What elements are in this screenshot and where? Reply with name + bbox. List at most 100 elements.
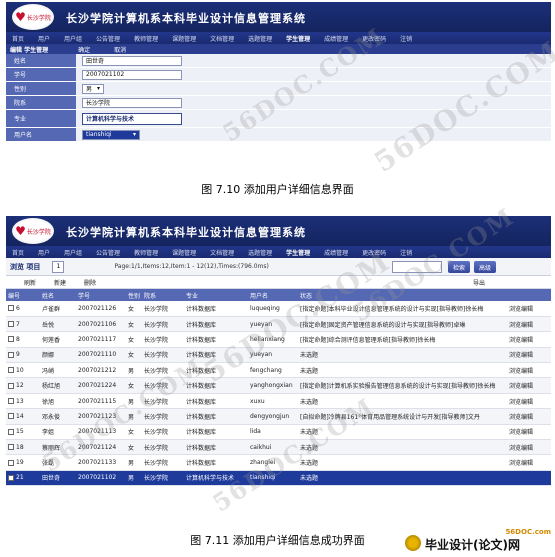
cell-ops[interactable]: 浏览编辑 [507,393,551,410]
student-no-field[interactable]: 2007021102 [82,69,182,80]
heart-logo-icon: ♥ [15,10,26,24]
refresh-button[interactable]: 刷新 [24,278,36,287]
row-checkbox[interactable] [8,351,14,358]
row-checkbox[interactable] [8,382,14,389]
cell-ops[interactable]: 浏览编辑 [507,377,551,394]
table-row[interactable]: 15 李姐 2007021113 女长沙学院 计科数据库 lida 未选题 浏览编辑 [6,424,551,441]
nav-item-selection[interactable]: 选题管理 [248,34,272,43]
table-row[interactable]: 14 邓永俊 2007021123 男长沙学院 计科数据库 dengyongjun [自拟命… [6,408,551,425]
new-button[interactable]: 新建 [54,278,66,287]
pagination-info: Page:1/1,Items:12,Item:1 - 12(12),Times:… [114,263,269,270]
column-header-status[interactable]: 状态 [298,289,507,301]
cell-major: 计科数据库 [184,393,248,410]
nav-item-teachers[interactable]: 教师管理 [134,34,158,43]
table-row[interactable]: 19 张磊 2007021133 男长沙学院 计科数据库 zhanglei 未选题 浏览编辑 [6,454,551,471]
row-checkbox[interactable] [8,336,14,343]
cell-sex: 女 [126,347,142,364]
cell-no: 2007021212 [76,362,126,379]
advanced-search-button[interactable]: 高级 [474,261,496,273]
nav-item-home[interactable]: 首页 [12,248,24,257]
cell-status: 未选题 [298,439,507,456]
cell-ops[interactable]: 浏览编辑 [507,331,551,348]
cell-user: helianxiang [248,331,298,348]
nav-item-grades[interactable]: 成绩管理 [324,34,348,43]
column-header-name[interactable]: 姓名 [40,289,76,301]
row-checkbox[interactable] [8,474,14,481]
cell-major: 计科数据库 [184,439,248,456]
cell-ops[interactable]: 浏览编辑 [507,362,551,379]
nav-item-user-groups[interactable]: 用户组 [64,248,82,257]
name-field[interactable]: 田世奇 [82,55,182,66]
cell-name: 卢雀群 [40,301,76,317]
column-header-student-no[interactable]: 学号 [76,289,126,301]
nav-item-documents[interactable]: 文档管理 [210,248,234,257]
table-row[interactable]: 13 徐旭 2007021115 男长沙学院 计科数据库 xuxu 未选题 浏览编辑 [6,393,551,410]
table-row[interactable]: 18 蔡丽辉 2007021124 女长沙学院 计科数据库 caikhui 未选题 浏览编辑 [6,439,551,456]
dept-field[interactable]: 长沙学院 [82,97,182,108]
site-name: 毕业设计(论文)网 [425,538,520,552]
table-row[interactable]: 9 颜娜 2007021110 女长沙学院 计科数据库 yueyan 未选题 浏览编辑 [6,347,551,364]
column-header-sex[interactable]: 性别 [126,289,142,301]
cell-ops[interactable]: 浏览编辑 [507,347,551,364]
nav-item-announcements[interactable]: 公告管理 [96,34,120,43]
search-input[interactable] [392,261,442,273]
cell-no: 2007021126 [76,301,126,317]
nav-item-topics[interactable]: 课题管理 [172,34,196,43]
table-row[interactable]: 7 岳悦 2007021106 女长沙学院 计科数据库 yueyan [指定命题]固定资产管… [6,316,551,333]
nav-item-documents[interactable]: 文档管理 [210,34,234,43]
nav-item-students[interactable]: 学生管理 [286,248,310,257]
column-header-major[interactable]: 专业 [184,289,248,301]
cancel-button[interactable]: 取消 [114,45,126,54]
cell-id: 10 [6,362,40,379]
major-field[interactable]: 计算机科学与技术 [82,112,182,125]
nav-item-home[interactable]: 首页 [12,34,24,43]
nav-item-grades[interactable]: 成绩管理 [324,248,348,257]
cell-ops[interactable]: 浏览编辑 [507,316,551,333]
nav-item-users[interactable]: 用户 [38,34,50,43]
username-select[interactable]: tianshiqi ▾ [82,129,140,140]
row-checkbox[interactable] [8,305,14,312]
nav-item-logout[interactable]: 注销 [400,248,412,257]
table-row[interactable]: 21 田世奇 2007021102 男长沙学院 计算机科学与技术 tianshiqi 未选题 [6,470,551,487]
nav-item-change-password[interactable]: 更改密码 [362,34,386,43]
nav-item-students[interactable]: 学生管理 [286,34,310,43]
confirm-button[interactable]: 确定 [78,45,90,54]
nav-item-topics[interactable]: 课题管理 [172,248,196,257]
nav-item-logout[interactable]: 注销 [400,34,412,43]
export-button[interactable]: 导出 [473,278,485,287]
cell-ops[interactable]: 浏览编辑 [507,408,551,425]
nav-item-change-password[interactable]: 更改密码 [362,248,386,257]
row-checkbox[interactable] [8,459,14,466]
nav-item-teachers[interactable]: 教师管理 [134,248,158,257]
table-row[interactable]: 10 冯峭 2007021212 男长沙学院 计科数据库 fengchang 未选题 浏览编辑 [6,362,551,379]
column-header-username[interactable]: 用户名 [248,289,298,301]
table-row[interactable]: 12 杨红旭 2007021224 女长沙学院 计科数据库 yanghongxian [指定… [6,377,551,394]
table-row[interactable]: 8 何莲香 2007021117 女长沙学院 计科数据库 helianxiang [指定命题… [6,331,551,348]
page-number-box[interactable]: 1 [52,260,65,273]
table-row[interactable]: 6 卢雀群 2007021126 女长沙学院 计科数据库 luqueqing [指定命题]本… [6,301,551,317]
nav-item-selection[interactable]: 选题管理 [248,248,272,257]
cell-ops[interactable]: 浏览编辑 [507,424,551,441]
nav-item-user-groups[interactable]: 用户组 [64,34,82,43]
cell-sex: 女 [126,377,142,394]
cell-ops[interactable]: 浏览编辑 [507,454,551,471]
cell-id: 14 [6,408,40,425]
cell-major: 计科数据库 [184,347,248,364]
nav-item-users[interactable]: 用户 [38,248,50,257]
search-button[interactable]: 检索 [448,261,470,273]
cell-ops[interactable]: 浏览编辑 [507,301,551,317]
delete-button[interactable]: 删除 [84,278,96,287]
row-checkbox[interactable] [8,367,14,374]
row-checkbox[interactable] [8,413,14,420]
cell-ops[interactable] [507,470,551,487]
row-checkbox[interactable] [8,444,14,451]
row-checkbox[interactable] [8,321,14,328]
column-header-dept[interactable]: 院系 [142,289,184,301]
row-checkbox[interactable] [8,398,14,405]
main-nav: 首页 用户 用户组 公告管理 教师管理 课题管理 文档管理 选题管理 学生管理 … [6,32,551,44]
column-header-id[interactable]: 编号 [6,289,40,301]
sex-select[interactable]: 男 ▾ [82,83,104,94]
cell-ops[interactable]: 浏览编辑 [507,439,551,456]
nav-item-announcements[interactable]: 公告管理 [96,248,120,257]
row-checkbox[interactable] [8,428,14,435]
